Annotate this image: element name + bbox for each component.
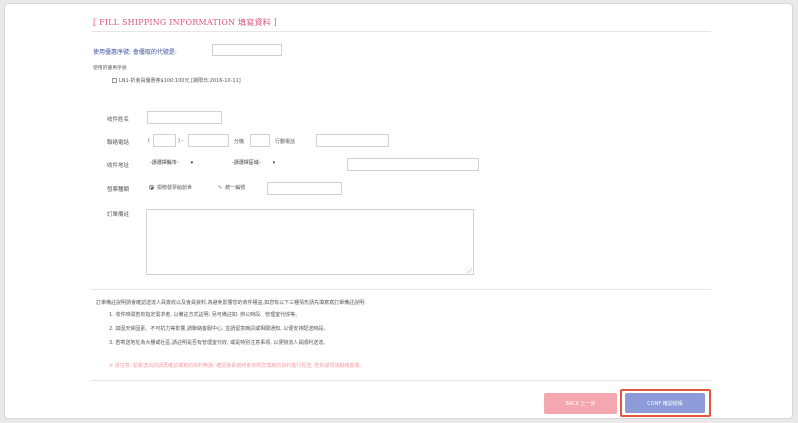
invoice-option-donate[interactable]: 捐贈發票給創世 xyxy=(149,184,192,191)
order-note-textarea[interactable] xyxy=(146,209,474,275)
checkout-panel: [ FILL SHIPPING INFORMATION 填寫資料 ] 使用優惠序… xyxy=(4,3,793,419)
phone-paren-close: ) - xyxy=(178,138,184,144)
address-label: 收件地址 xyxy=(107,163,130,169)
phone-area-code-input[interactable] xyxy=(153,134,176,147)
confirm-checkout-button[interactable]: CONF 確認結帳 xyxy=(625,393,705,413)
phone-ext-input[interactable] xyxy=(250,134,270,147)
footer-divider xyxy=(91,380,711,381)
title-divider xyxy=(91,31,711,32)
note-item: 2. 如因天候因素、不可抗力等影響,請聯絡客服中心, 並請留意簡訊或相關通知, … xyxy=(109,326,329,332)
warning-text: ※ 請注意: 點擊送出前請再確認填寫的資料無誤, 確認後系統將會依照您填寫的資料… xyxy=(109,363,365,369)
address-input[interactable] xyxy=(347,158,479,171)
invoice-donate-label: 捐贈發票給創世 xyxy=(157,185,193,191)
notes-intro: 訂單備註說明請會確認送達人員簽收以及會員資料,為避免影響您的收件權益,如您有以下… xyxy=(96,300,366,306)
coupon-option-text: LN1-折會員優惠券$100:100元 [期限日:2016-10-11] xyxy=(119,78,241,84)
district-select-value: -請選擇區域- xyxy=(232,160,261,166)
invoice-donate-radio[interactable] xyxy=(149,185,154,190)
phone-ext-label: 分機 xyxy=(234,139,245,145)
back-button[interactable]: BACK 上一步 xyxy=(544,393,617,414)
coupon-option[interactable]: LN1-折會員優惠券$100:100元 [期限日:2016-10-11] xyxy=(112,77,241,84)
note-item: 3. 若寄送地址為大樓或社區,請註明是否有管理室代收, 或是特別注意事項, 以便… xyxy=(109,340,329,346)
resize-handle-icon[interactable] xyxy=(467,268,472,273)
section-title: [ FILL SHIPPING INFORMATION 填寫資料 ] xyxy=(93,18,277,27)
coupon-checkbox[interactable] xyxy=(112,78,117,83)
recipient-name-input[interactable] xyxy=(147,111,222,124)
phone-number-input[interactable] xyxy=(188,134,229,147)
city-caret-icon: ▾ xyxy=(190,159,194,166)
coupon-code-input[interactable] xyxy=(212,44,282,56)
note-item: 1. 收件時間若有指定需求者, 以備註方式註明; 另可備註如: 辦公時段、管理室… xyxy=(109,312,301,318)
city-select[interactable]: -請選擇縣市- ▾ xyxy=(150,159,194,167)
invoice-tax-id-label: 統一編號 xyxy=(225,185,246,191)
available-coupons-label: 使用的優惠序號 xyxy=(93,66,127,71)
notes-divider xyxy=(91,289,711,290)
district-caret-icon: ▾ xyxy=(272,159,276,166)
invoice-option-tax-id[interactable]: ✎ 統一編號 xyxy=(218,184,245,191)
pencil-icon: ✎ xyxy=(218,184,223,191)
invoice-type-label: 發票種類 xyxy=(107,187,130,193)
coupon-label: 使用優惠序號: 會優取的代號是: xyxy=(93,49,177,56)
order-note-label: 訂單備註 xyxy=(107,212,130,218)
tax-id-input[interactable] xyxy=(267,182,342,195)
phone-paren-open: ( xyxy=(148,138,150,144)
district-select[interactable]: -請選擇區域- ▾ xyxy=(232,159,276,167)
mobile-input[interactable] xyxy=(316,134,389,147)
phone-label: 聯絡電話 xyxy=(107,140,130,146)
recipient-name-label: 收件姓名 xyxy=(107,117,130,123)
mobile-label: 行動電話 xyxy=(275,139,296,145)
city-select-value: -請選擇縣市- xyxy=(150,160,179,166)
